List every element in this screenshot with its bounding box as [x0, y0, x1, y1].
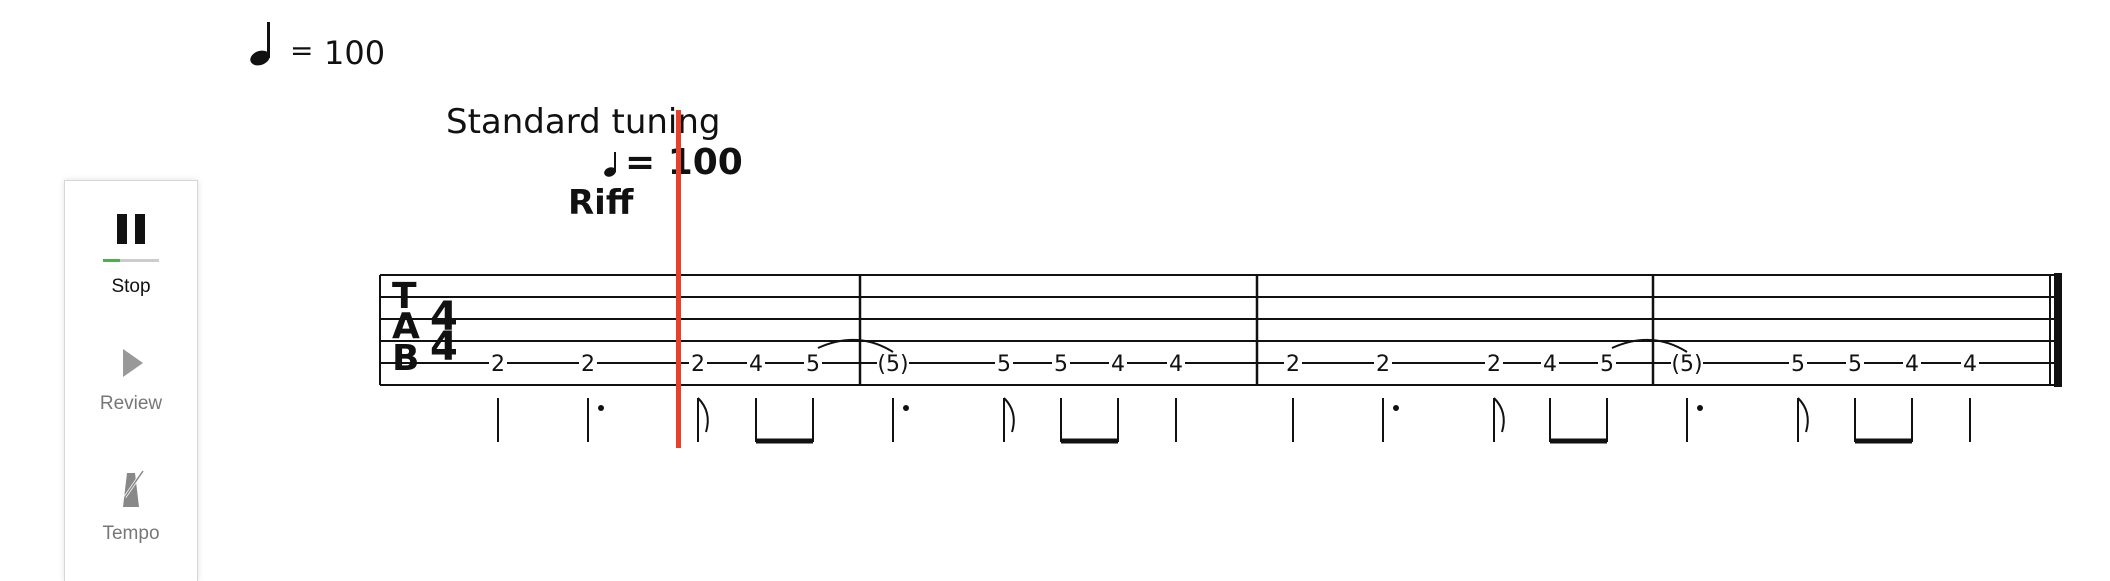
fret-number: 2	[1286, 352, 1300, 377]
fret-number: 4	[1169, 352, 1183, 377]
tempo-button[interactable]: Tempo	[65, 461, 197, 545]
fret-number: 4	[1905, 352, 1919, 377]
rhythm-notation	[497, 397, 1971, 444]
dots	[598, 405, 1703, 411]
fret-number: (5)	[877, 352, 908, 377]
tab-clef-b: B	[392, 338, 419, 379]
stop-button[interactable]: Stop	[65, 201, 197, 298]
fret-number: 5	[1848, 352, 1862, 377]
review-label: Review	[99, 393, 163, 414]
fret-number: 2	[1376, 352, 1390, 377]
fret-number: 2	[1487, 352, 1501, 377]
fret-number: 5	[1054, 352, 1068, 377]
play-icon	[123, 349, 143, 377]
fret-number: 5	[806, 352, 820, 377]
tab-clef: T A B	[392, 276, 420, 379]
final-barline	[2054, 273, 2062, 387]
playback-progress	[103, 259, 159, 262]
fret-number: 2	[691, 352, 705, 377]
time-signature: 4 4	[430, 294, 458, 370]
tempo-marking-text: = 100	[625, 142, 743, 183]
playback-cursor[interactable]	[676, 110, 681, 448]
tempo-marking: = 100	[604, 142, 743, 183]
review-button[interactable]: Review	[65, 331, 197, 415]
fret-number: 4	[1111, 352, 1125, 377]
fret-number: 4	[1543, 352, 1557, 377]
fret-number: 5	[1600, 352, 1614, 377]
fret-number: 4	[1963, 352, 1977, 377]
tab-score: Standard tuning = 100 Riff T A B 4 4 2 2	[379, 102, 2062, 448]
tempo-label: Tempo	[102, 523, 160, 544]
metronome-icon	[123, 470, 145, 507]
fret-number: 5	[997, 352, 1011, 377]
fret-number: 2	[581, 352, 595, 377]
section-label: Riff	[568, 183, 634, 223]
fret-number: 5	[1791, 352, 1805, 377]
pause-icon	[117, 214, 145, 244]
barlines	[379, 273, 2062, 387]
playback-toolbar: Stop Review Tempo	[64, 180, 198, 581]
fret-number: 2	[491, 352, 505, 377]
fret-number: (5)	[1671, 352, 1702, 377]
time-signature-bottom: 4	[430, 324, 458, 370]
fret-number: 4	[749, 352, 763, 377]
stop-label: Stop	[111, 276, 151, 297]
